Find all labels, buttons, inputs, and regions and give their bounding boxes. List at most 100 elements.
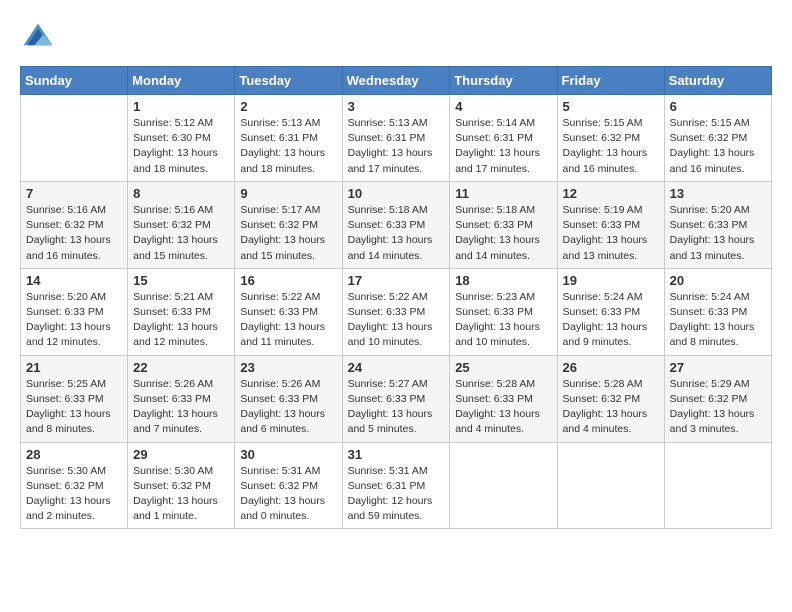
day-info: Sunrise: 5:27 AMSunset: 6:33 PMDaylight:… [348, 377, 445, 438]
calendar-cell: 16 Sunrise: 5:22 AMSunset: 6:33 PMDayligh… [235, 268, 342, 355]
calendar-cell: 1 Sunrise: 5:12 AMSunset: 6:30 PMDaylight… [128, 95, 235, 182]
day-number: 5 [563, 99, 659, 114]
header-row: SundayMondayTuesdayWednesdayThursdayFrid… [21, 67, 772, 95]
day-info: Sunrise: 5:21 AMSunset: 6:33 PMDaylight:… [133, 290, 229, 351]
day-number: 3 [348, 99, 445, 114]
calendar-cell [21, 95, 128, 182]
day-info: Sunrise: 5:16 AMSunset: 6:32 PMDaylight:… [26, 203, 122, 264]
calendar-cell: 15 Sunrise: 5:21 AMSunset: 6:33 PMDayligh… [128, 268, 235, 355]
day-number: 22 [133, 360, 229, 375]
day-header-friday: Friday [557, 67, 664, 95]
calendar-table: SundayMondayTuesdayWednesdayThursdayFrid… [20, 66, 772, 529]
calendar-cell [664, 442, 771, 529]
calendar-cell: 24 Sunrise: 5:27 AMSunset: 6:33 PMDayligh… [342, 355, 450, 442]
day-number: 27 [670, 360, 766, 375]
calendar-cell: 6 Sunrise: 5:15 AMSunset: 6:32 PMDaylight… [664, 95, 771, 182]
calendar-cell: 13 Sunrise: 5:20 AMSunset: 6:33 PMDayligh… [664, 181, 771, 268]
calendar-cell: 8 Sunrise: 5:16 AMSunset: 6:32 PMDaylight… [128, 181, 235, 268]
day-number: 24 [348, 360, 445, 375]
day-number: 8 [133, 186, 229, 201]
day-number: 16 [240, 273, 336, 288]
day-header-sunday: Sunday [21, 67, 128, 95]
day-number: 31 [348, 447, 445, 462]
day-number: 13 [670, 186, 766, 201]
day-number: 23 [240, 360, 336, 375]
day-number: 9 [240, 186, 336, 201]
calendar-cell: 20 Sunrise: 5:24 AMSunset: 6:33 PMDayligh… [664, 268, 771, 355]
calendar-cell: 12Sunrise: 5:19 AMSunset: 6:33 PMDayligh… [557, 181, 664, 268]
day-info: Sunrise: 5:13 AMSunset: 6:31 PMDaylight:… [240, 116, 336, 177]
day-header-thursday: Thursday [450, 67, 557, 95]
day-info: Sunrise: 5:22 AMSunset: 6:33 PMDaylight:… [240, 290, 336, 351]
day-number: 14 [26, 273, 122, 288]
day-header-wednesday: Wednesday [342, 67, 450, 95]
calendar-cell: 29Sunrise: 5:30 AMSunset: 6:32 PMDayligh… [128, 442, 235, 529]
calendar-cell: 30 Sunrise: 5:31 AMSunset: 6:32 PMDayligh… [235, 442, 342, 529]
day-number: 20 [670, 273, 766, 288]
day-info: Sunrise: 5:20 AMSunset: 6:33 PMDaylight:… [670, 203, 766, 264]
day-info: Sunrise: 5:28 AMSunset: 6:32 PMDaylight:… [563, 377, 659, 438]
calendar-cell: 7 Sunrise: 5:16 AMSunset: 6:32 PMDaylight… [21, 181, 128, 268]
day-info: Sunrise: 5:31 AMSunset: 6:31 PMDaylight:… [348, 464, 445, 525]
calendar-cell: 2 Sunrise: 5:13 AMSunset: 6:31 PMDaylight… [235, 95, 342, 182]
calendar-cell: 11 Sunrise: 5:18 AMSunset: 6:33 PMDayligh… [450, 181, 557, 268]
day-number: 15 [133, 273, 229, 288]
day-info: Sunrise: 5:24 AMSunset: 6:33 PMDaylight:… [670, 290, 766, 351]
calendar-cell: 22 Sunrise: 5:26 AMSunset: 6:33 PMDayligh… [128, 355, 235, 442]
day-number: 21 [26, 360, 122, 375]
day-info: Sunrise: 5:25 AMSunset: 6:33 PMDaylight:… [26, 377, 122, 438]
day-header-saturday: Saturday [664, 67, 771, 95]
day-header-tuesday: Tuesday [235, 67, 342, 95]
day-info: Sunrise: 5:28 AMSunset: 6:33 PMDaylight:… [455, 377, 551, 438]
day-info: Sunrise: 5:12 AMSunset: 6:30 PMDaylight:… [133, 116, 229, 177]
day-info: Sunrise: 5:26 AMSunset: 6:33 PMDaylight:… [133, 377, 229, 438]
day-info: Sunrise: 5:29 AMSunset: 6:32 PMDaylight:… [670, 377, 766, 438]
day-number: 1 [133, 99, 229, 114]
day-number: 26 [563, 360, 659, 375]
day-number: 6 [670, 99, 766, 114]
day-number: 29 [133, 447, 229, 462]
day-info: Sunrise: 5:23 AMSunset: 6:33 PMDaylight:… [455, 290, 551, 351]
day-header-monday: Monday [128, 67, 235, 95]
calendar-cell: 27 Sunrise: 5:29 AMSunset: 6:32 PMDayligh… [664, 355, 771, 442]
day-number: 10 [348, 186, 445, 201]
logo [20, 20, 60, 56]
calendar-cell: 10 Sunrise: 5:18 AMSunset: 6:33 PMDayligh… [342, 181, 450, 268]
day-info: Sunrise: 5:20 AMSunset: 6:33 PMDaylight:… [26, 290, 122, 351]
day-info: Sunrise: 5:17 AMSunset: 6:32 PMDaylight:… [240, 203, 336, 264]
week-row-5: 28Sunrise: 5:30 AMSunset: 6:32 PMDayligh… [21, 442, 772, 529]
calendar-cell: 21 Sunrise: 5:25 AMSunset: 6:33 PMDayligh… [21, 355, 128, 442]
day-info: Sunrise: 5:18 AMSunset: 6:33 PMDaylight:… [348, 203, 445, 264]
calendar-cell: 26 Sunrise: 5:28 AMSunset: 6:32 PMDayligh… [557, 355, 664, 442]
day-info: Sunrise: 5:26 AMSunset: 6:33 PMDaylight:… [240, 377, 336, 438]
day-number: 2 [240, 99, 336, 114]
day-info: Sunrise: 5:15 AMSunset: 6:32 PMDaylight:… [670, 116, 766, 177]
day-number: 19 [563, 273, 659, 288]
week-row-3: 14 Sunrise: 5:20 AMSunset: 6:33 PMDayligh… [21, 268, 772, 355]
calendar-cell: 9 Sunrise: 5:17 AMSunset: 6:32 PMDaylight… [235, 181, 342, 268]
calendar-cell: 14 Sunrise: 5:20 AMSunset: 6:33 PMDayligh… [21, 268, 128, 355]
calendar-cell: 23 Sunrise: 5:26 AMSunset: 6:33 PMDayligh… [235, 355, 342, 442]
week-row-1: 1 Sunrise: 5:12 AMSunset: 6:30 PMDaylight… [21, 95, 772, 182]
day-number: 30 [240, 447, 336, 462]
day-info: Sunrise: 5:30 AMSunset: 6:32 PMDaylight:… [26, 464, 122, 525]
day-info: Sunrise: 5:13 AMSunset: 6:31 PMDaylight:… [348, 116, 445, 177]
calendar-cell: 31 Sunrise: 5:31 AMSunset: 6:31 PMDayligh… [342, 442, 450, 529]
calendar-cell [450, 442, 557, 529]
day-number: 4 [455, 99, 551, 114]
day-info: Sunrise: 5:24 AMSunset: 6:33 PMDaylight:… [563, 290, 659, 351]
day-info: Sunrise: 5:18 AMSunset: 6:33 PMDaylight:… [455, 203, 551, 264]
header [20, 20, 772, 56]
day-number: 7 [26, 186, 122, 201]
day-info: Sunrise: 5:16 AMSunset: 6:32 PMDaylight:… [133, 203, 229, 264]
day-number: 11 [455, 186, 551, 201]
day-info: Sunrise: 5:15 AMSunset: 6:32 PMDaylight:… [563, 116, 659, 177]
day-info: Sunrise: 5:19 AMSunset: 6:33 PMDaylight:… [563, 203, 659, 264]
week-row-4: 21 Sunrise: 5:25 AMSunset: 6:33 PMDayligh… [21, 355, 772, 442]
calendar-cell: 4 Sunrise: 5:14 AMSunset: 6:31 PMDaylight… [450, 95, 557, 182]
day-info: Sunrise: 5:14 AMSunset: 6:31 PMDaylight:… [455, 116, 551, 177]
calendar-cell: 18Sunrise: 5:23 AMSunset: 6:33 PMDayligh… [450, 268, 557, 355]
day-info: Sunrise: 5:31 AMSunset: 6:32 PMDaylight:… [240, 464, 336, 525]
calendar-cell: 3 Sunrise: 5:13 AMSunset: 6:31 PMDaylight… [342, 95, 450, 182]
calendar-cell: 28Sunrise: 5:30 AMSunset: 6:32 PMDayligh… [21, 442, 128, 529]
